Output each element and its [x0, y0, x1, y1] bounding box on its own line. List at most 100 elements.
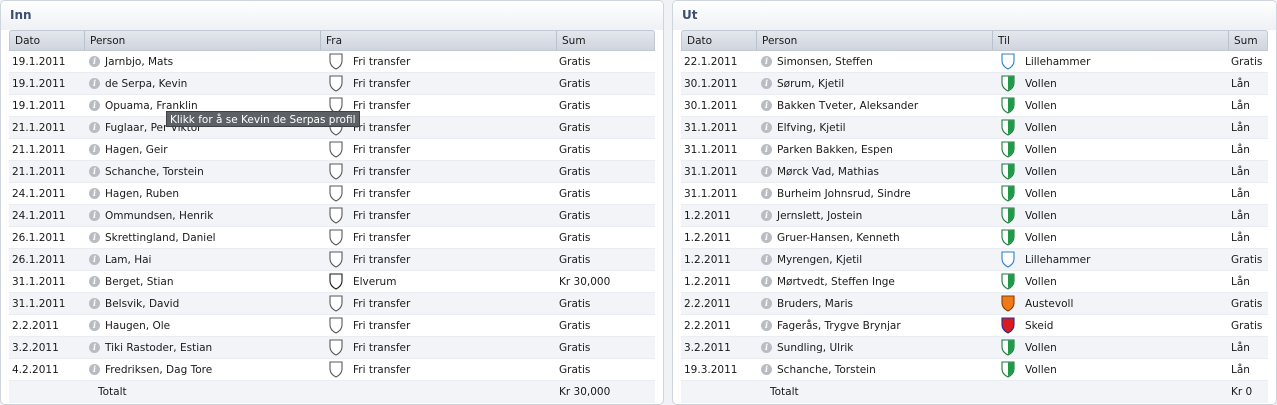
info-icon[interactable]: i	[89, 56, 100, 67]
person-name-link[interactable]: de Serpa, Kevin	[105, 73, 187, 94]
person-name-link[interactable]: Schanche, Torstein	[777, 359, 876, 380]
club-name[interactable]: Vollen	[1025, 73, 1057, 94]
person-name-link[interactable]: Bakken Tveter, Aleksander	[777, 95, 918, 116]
person-name-link[interactable]: Belsvik, David	[105, 293, 179, 314]
column-header-to[interactable]: Til	[993, 31, 1229, 50]
club-name[interactable]: Skeid	[1025, 315, 1053, 336]
person-name-link[interactable]: Tiki Rastoder, Estian	[105, 337, 212, 358]
table-row[interactable]: 2.2.2011 i Fagerås, Trygve Brynjar Skeid Gra…	[681, 315, 1268, 337]
column-header-person[interactable]: Person	[85, 31, 321, 50]
table-row[interactable]: 26.1.2011 i Skrettingland, Daniel Fri trans…	[9, 227, 655, 249]
person-name-link[interactable]: Jernslett, Jostein	[777, 205, 862, 226]
table-row[interactable]: 1.2.2011 i Mørtvedt, Steffen Inge Vollen Lån	[681, 271, 1268, 293]
info-icon[interactable]: i	[761, 320, 772, 331]
info-icon[interactable]: i	[89, 254, 100, 265]
info-icon[interactable]: i	[89, 144, 100, 155]
info-icon[interactable]: i	[761, 122, 772, 133]
info-icon[interactable]: i	[761, 100, 772, 111]
person-name-link[interactable]: Berget, Stian	[105, 271, 174, 292]
person-name-link[interactable]: Schanche, Torstein	[105, 161, 204, 182]
table-row[interactable]: 26.1.2011 i Lam, Hai Fri transfer Gratis	[9, 249, 655, 271]
club-name[interactable]: Austevoll	[1025, 293, 1073, 314]
club-name[interactable]: Vollen	[1025, 139, 1057, 160]
person-name-link[interactable]: Fagerås, Trygve Brynjar	[777, 315, 901, 336]
person-name-link[interactable]: Mørck Vad, Mathias	[777, 161, 879, 182]
club-name[interactable]: Vollen	[1025, 161, 1057, 182]
info-icon[interactable]: i	[89, 166, 100, 177]
person-name-link[interactable]: Bruders, Maris	[777, 293, 853, 314]
info-icon[interactable]: i	[89, 298, 100, 309]
table-row[interactable]: 30.1.2011 i Bakken Tveter, Aleksander Volle…	[681, 95, 1268, 117]
info-icon[interactable]: i	[89, 100, 100, 111]
table-row[interactable]: 21.1.2011 i Schanche, Torstein Fri transfer…	[9, 161, 655, 183]
info-icon[interactable]: i	[761, 232, 772, 243]
table-row[interactable]: 31.1.2011 i Belsvik, David Fri transfer Grat…	[9, 293, 655, 315]
column-header-from[interactable]: Fra	[321, 31, 557, 50]
info-icon[interactable]: i	[761, 78, 772, 89]
table-row[interactable]: 31.1.2011 i Mørck Vad, Mathias Vollen Lån	[681, 161, 1268, 183]
info-icon[interactable]: i	[761, 210, 772, 221]
person-name-link[interactable]: Mørtvedt, Steffen Inge	[777, 271, 895, 292]
table-row[interactable]: 30.1.2011 i Sørum, Kjetil Vollen Lån	[681, 73, 1268, 95]
info-icon[interactable]: i	[89, 78, 100, 89]
club-name[interactable]: Vollen	[1025, 183, 1057, 204]
table-row[interactable]: 22.1.2011 i Simonsen, Steffen Lillehammer Gr…	[681, 51, 1268, 73]
info-icon[interactable]: i	[761, 56, 772, 67]
club-name[interactable]: Vollen	[1025, 227, 1057, 248]
person-name-link[interactable]: Haugen, Ole	[105, 315, 170, 336]
person-name-link[interactable]: Lam, Hai	[105, 249, 151, 270]
person-name-link[interactable]: Myrengen, Kjetil	[777, 249, 862, 270]
table-row[interactable]: 24.1.2011 i Hagen, Ruben Fri transfer Gratis	[9, 183, 655, 205]
info-icon[interactable]: i	[89, 320, 100, 331]
person-name-link[interactable]: Skrettingland, Daniel	[105, 227, 216, 248]
info-icon[interactable]: i	[89, 232, 100, 243]
table-row[interactable]: 31.1.2011 i Burheim Johnsrud, Sindre Vollen…	[681, 183, 1268, 205]
person-name-link[interactable]: Hagen, Ruben	[105, 183, 179, 204]
info-icon[interactable]: i	[89, 122, 100, 133]
club-name[interactable]: Vollen	[1025, 95, 1057, 116]
info-icon[interactable]: i	[89, 276, 100, 287]
person-name-link[interactable]: Ommundsen, Henrik	[105, 205, 213, 226]
table-row[interactable]: 31.1.2011 i Parken Bakken, Espen Vollen Lån	[681, 139, 1268, 161]
person-name-link[interactable]: Sørum, Kjetil	[777, 73, 844, 94]
info-icon[interactable]: i	[89, 364, 100, 375]
column-header-sum[interactable]: Sum	[1229, 31, 1267, 50]
club-name[interactable]: Vollen	[1025, 271, 1057, 292]
table-row[interactable]: 31.1.2011 i Elfving, Kjetil Vollen Lån	[681, 117, 1268, 139]
person-name-link[interactable]: Simonsen, Steffen	[777, 51, 873, 72]
table-row[interactable]: 1.2.2011 i Gruer-Hansen, Kenneth Vollen Lån	[681, 227, 1268, 249]
person-name-link[interactable]: Hagen, Geir	[105, 139, 168, 160]
table-row[interactable]: 1.2.2011 i Myrengen, Kjetil Lillehammer Grat…	[681, 249, 1268, 271]
club-name[interactable]: Vollen	[1025, 117, 1057, 138]
person-name-link[interactable]: Elfving, Kjetil	[777, 117, 846, 138]
club-name[interactable]: Vollen	[1025, 359, 1057, 380]
table-row[interactable]: 2.2.2011 i Bruders, Maris Austevoll Gratis	[681, 293, 1268, 315]
info-icon[interactable]: i	[761, 144, 772, 155]
table-row[interactable]: 3.2.2011 i Tiki Rastoder, Estian Fri transf…	[9, 337, 655, 359]
info-icon[interactable]: i	[761, 254, 772, 265]
club-name[interactable]: Vollen	[1025, 337, 1057, 358]
club-name[interactable]: Lillehammer	[1025, 51, 1090, 72]
column-header-sum[interactable]: Sum	[557, 31, 654, 50]
info-icon[interactable]: i	[761, 342, 772, 353]
person-name-link[interactable]: Sundling, Ulrik	[777, 337, 853, 358]
table-row[interactable]: 24.1.2011 i Ommundsen, Henrik Fri transfer G…	[9, 205, 655, 227]
club-name[interactable]: Elverum	[353, 271, 396, 292]
table-row[interactable]: 3.2.2011 i Sundling, Ulrik Vollen Lån	[681, 337, 1268, 359]
table-row[interactable]: 1.2.2011 i Jernslett, Jostein Vollen Lån	[681, 205, 1268, 227]
club-name[interactable]: Vollen	[1025, 205, 1057, 226]
info-icon[interactable]: i	[761, 276, 772, 287]
person-name-link[interactable]: Burheim Johnsrud, Sindre	[777, 183, 911, 204]
table-row[interactable]: 19.1.2011 i de Serpa, Kevin Fri transfer Gra…	[9, 73, 655, 95]
person-name-link[interactable]: Fredriksen, Dag Tore	[105, 359, 212, 380]
info-icon[interactable]: i	[89, 342, 100, 353]
table-row[interactable]: 4.2.2011 i Fredriksen, Dag Tore Fri transfe…	[9, 359, 655, 381]
column-header-person[interactable]: Person	[757, 31, 993, 50]
table-row[interactable]: 19.3.2011 i Schanche, Torstein Vollen Lån	[681, 359, 1268, 381]
info-icon[interactable]: i	[89, 210, 100, 221]
column-header-date[interactable]: Dato	[10, 31, 85, 50]
info-icon[interactable]: i	[761, 298, 772, 309]
table-row[interactable]: 31.1.2011 i Berget, Stian Elverum Kr 30,000	[9, 271, 655, 293]
person-name-link[interactable]: Gruer-Hansen, Kenneth	[777, 227, 900, 248]
person-name-link[interactable]: Jarnbjo, Mats	[105, 51, 173, 72]
